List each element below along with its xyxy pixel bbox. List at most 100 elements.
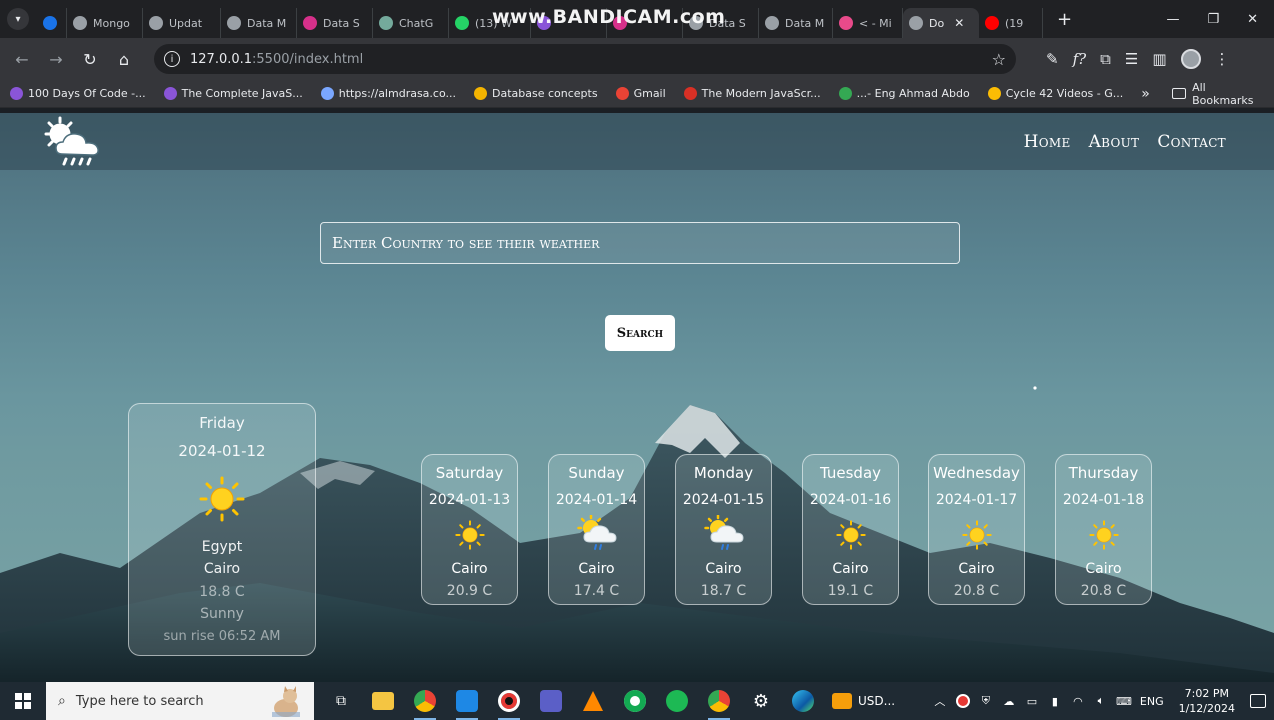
- site-navbar: Home About Contact: [0, 113, 1274, 170]
- taskbar-vlc[interactable]: [572, 682, 614, 720]
- taskbar-teams[interactable]: [530, 682, 572, 720]
- language-indicator[interactable]: ENG: [1140, 695, 1164, 708]
- forecast-city: Cairo: [705, 561, 742, 577]
- browser-tab[interactable]: Mongo: [67, 8, 143, 38]
- bookmark-item[interactable]: The Complete JavaS...: [163, 87, 303, 100]
- bookmark-star-icon[interactable]: ☆: [992, 50, 1006, 69]
- search-button[interactable]: Search: [605, 315, 675, 351]
- site-info-icon[interactable]: i: [164, 51, 180, 67]
- shield-icon[interactable]: ⛨: [979, 694, 993, 708]
- task-view-button[interactable]: ⧉: [320, 682, 362, 720]
- browser-tab[interactable]: Data M: [221, 8, 297, 38]
- browser-tab[interactable]: Do ✕: [903, 8, 979, 38]
- taskbar-chrome[interactable]: [404, 682, 446, 720]
- tab-favicon-icon: [379, 16, 393, 30]
- bookmark-item[interactable]: 100 Days Of Code -...: [10, 87, 146, 100]
- country-search-input[interactable]: Enter Country to see their weather: [320, 222, 960, 264]
- bookmark-favicon-icon: [10, 87, 23, 100]
- tab-search-button[interactable]: ▾: [7, 8, 29, 30]
- browser-tab[interactable]: Data M: [759, 8, 833, 38]
- side-panel-icon[interactable]: ▥: [1152, 50, 1166, 68]
- taskbar-bandicam[interactable]: [488, 682, 530, 720]
- forecast-date: 2024-01-18: [1062, 492, 1145, 508]
- today-day: Friday: [199, 414, 245, 432]
- battery-icon[interactable]: ▮: [1048, 694, 1062, 708]
- browser-tab[interactable]: (19: [979, 8, 1043, 38]
- bookmarks-overflow-button[interactable]: »: [1141, 86, 1150, 102]
- taskbar-chrome-profile[interactable]: [698, 682, 740, 720]
- reading-list-icon[interactable]: ☰: [1125, 50, 1138, 68]
- chevron-up-icon[interactable]: ︿: [933, 694, 947, 708]
- bookmark-label: ...- Eng Ahmad Abdo: [856, 87, 970, 100]
- today-temperature: 18.8 C: [199, 584, 245, 600]
- function-icon[interactable]: f?: [1073, 50, 1087, 68]
- chart-arrow-icon: [832, 693, 852, 709]
- bookmark-favicon-icon: [838, 87, 852, 100]
- kebab-menu-icon[interactable]: ⋮: [1215, 50, 1230, 68]
- nav-contact-link[interactable]: Contact: [1157, 132, 1226, 152]
- device-icon[interactable]: ▭: [1025, 694, 1039, 708]
- profile-avatar[interactable]: [1180, 49, 1201, 69]
- vscode-icon: [456, 690, 478, 712]
- home-button[interactable]: ⌂: [108, 43, 140, 75]
- browser-tab[interactable]: Updat: [143, 8, 221, 38]
- bookmark-label: Cycle 42 Videos - G...: [1005, 87, 1124, 100]
- tab-label: Data S: [323, 16, 360, 30]
- browser-tab[interactable]: < - Mi: [833, 8, 903, 38]
- bookmark-item[interactable]: Database concepts: [474, 87, 598, 100]
- all-bookmarks-button[interactable]: All Bookmarks: [1171, 81, 1266, 107]
- close-window-icon[interactable]: ✕: [1247, 12, 1258, 27]
- tab-favicon-icon: [985, 16, 999, 30]
- address-bar[interactable]: i 127.0.0.1:5500/index.html ☆: [154, 44, 1016, 74]
- currency-label: USD...: [858, 694, 896, 708]
- forecast-temperature: 18.7 C: [700, 583, 747, 599]
- new-tab-button[interactable]: +: [1057, 9, 1072, 30]
- bookmark-item[interactable]: https://almdrasa.co...: [320, 87, 456, 100]
- extensions-icon[interactable]: ⧉: [1100, 50, 1111, 68]
- forecast-date: 2024-01-16: [809, 492, 892, 508]
- tab-favicon-icon: [765, 16, 779, 30]
- tab-close-icon[interactable]: ✕: [954, 16, 964, 30]
- wifi-icon[interactable]: ◠: [1071, 694, 1085, 708]
- browser-tab[interactable]: [37, 8, 67, 38]
- bookmark-label: 100 Days Of Code -...: [28, 87, 146, 100]
- vlc-cone-icon: [583, 691, 603, 711]
- tab-label: Mongo: [93, 16, 130, 30]
- bookmark-item[interactable]: Gmail: [615, 87, 666, 100]
- taskbar-file-explorer[interactable]: [362, 682, 404, 720]
- browser-tab[interactable]: ChatG: [373, 8, 449, 38]
- speaker-icon[interactable]: 🔈︎: [1094, 694, 1108, 708]
- forecast-card: Tuesday 2024-01-16 Cairo 19.1 C: [802, 454, 899, 605]
- weather-logo-icon[interactable]: [42, 116, 108, 168]
- sun-icon: [422, 520, 517, 554]
- back-button[interactable]: ←: [6, 43, 38, 75]
- tab-favicon-icon: [43, 16, 57, 30]
- start-button[interactable]: [0, 682, 46, 720]
- bookmark-item[interactable]: Cycle 42 Videos - G...: [987, 87, 1124, 100]
- keyboard-icon[interactable]: ⌨: [1116, 694, 1132, 708]
- restore-icon[interactable]: ❐: [1207, 12, 1219, 27]
- taskbar-clock[interactable]: 7:02 PM 1/12/2024: [1179, 686, 1235, 716]
- taskbar-settings[interactable]: ⚙: [740, 682, 782, 720]
- forecast-temperature: 19.1 C: [827, 583, 874, 599]
- browser-tab[interactable]: Data S: [297, 8, 373, 38]
- forecast-date: 2024-01-14: [555, 492, 638, 508]
- taskbar-search-box[interactable]: ⌕ Type here to search: [46, 682, 314, 720]
- taskbar-currency-widget[interactable]: USD...: [832, 693, 895, 709]
- minimize-icon[interactable]: —: [1166, 12, 1179, 27]
- forward-button[interactable]: →: [40, 43, 72, 75]
- notification-icon[interactable]: [1250, 694, 1266, 708]
- cloud-off-icon[interactable]: ☁: [1002, 694, 1016, 708]
- taskbar-green-app[interactable]: [656, 682, 698, 720]
- nav-home-link[interactable]: Home: [1024, 132, 1071, 152]
- record-tray-icon[interactable]: [955, 694, 970, 708]
- eyedropper-icon[interactable]: ✎: [1046, 50, 1059, 68]
- nav-about-link[interactable]: About: [1089, 132, 1140, 152]
- bookmark-item[interactable]: ...- Eng Ahmad Abdo: [838, 87, 970, 100]
- taskbar-vscode[interactable]: [446, 682, 488, 720]
- forecast-temperature: 20.8 C: [953, 583, 1000, 599]
- reload-button[interactable]: ↻: [74, 43, 106, 75]
- bookmark-item[interactable]: The Modern JavaScr...: [683, 87, 821, 100]
- taskbar-edge[interactable]: [782, 682, 824, 720]
- taskbar-mongodb[interactable]: [614, 682, 656, 720]
